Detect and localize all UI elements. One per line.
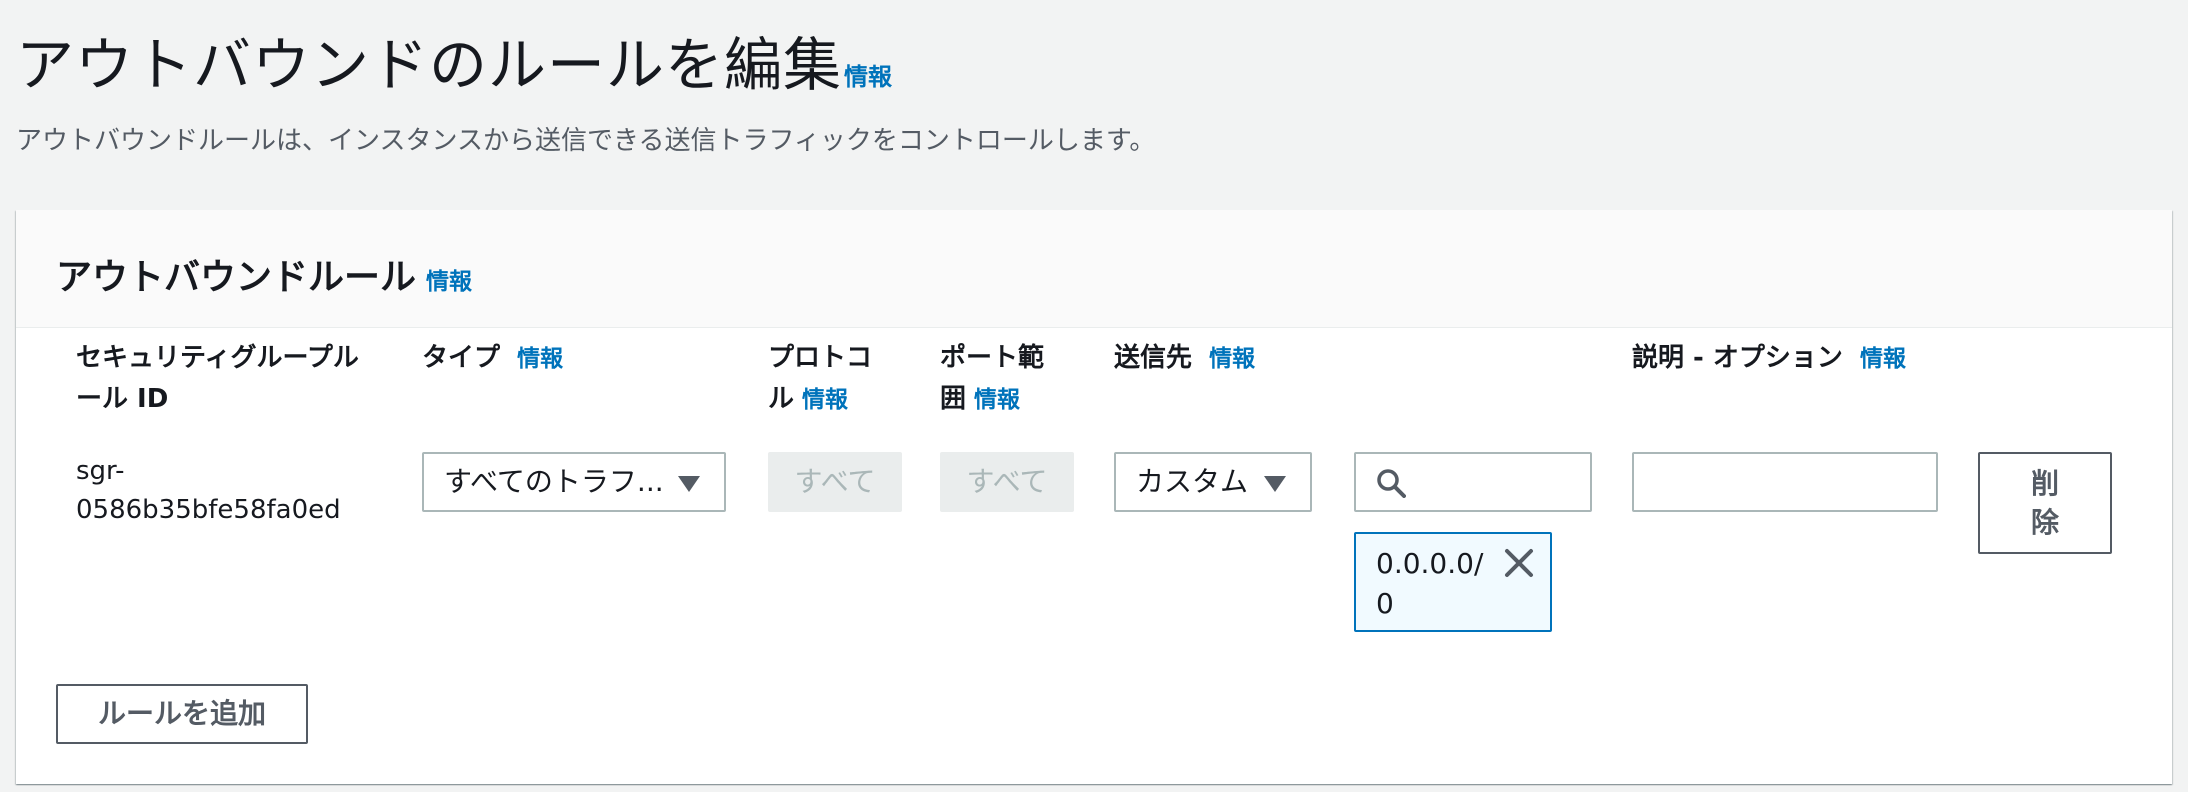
column-header-type: タイプ 情報 — [422, 338, 563, 380]
column-header-protocol-line2: ル — [768, 384, 795, 414]
column-header-rule-id-line1: セキュリティグループル — [76, 343, 359, 373]
column-header-description-label: 説明 - オプション — [1632, 343, 1843, 373]
page-title-text: アウトバウンドのルールを編集 — [16, 31, 843, 99]
protocol-field: すべて — [768, 452, 902, 512]
column-header-rule-id: セキュリティグループル ール ID — [76, 338, 406, 420]
caret-down-icon — [678, 476, 700, 492]
add-rule-button[interactable]: ルールを追加 — [56, 684, 308, 744]
rule-id-line2: 0586b35bfe58fa0ed — [76, 495, 341, 525]
search-icon — [1377, 469, 1406, 498]
destination-type-value: カスタム — [1136, 465, 1249, 498]
panel-title-info-link[interactable]: 情報 — [426, 269, 472, 295]
delete-rule-button[interactable]: 削 除 — [1978, 452, 2112, 554]
cidr-token-text: 0.0.0.0/ 0 — [1376, 544, 1496, 624]
destination-info-link[interactable]: 情報 — [1209, 346, 1255, 372]
column-header-protocol-line1: プロトコ — [768, 343, 873, 373]
caret-down-icon — [1264, 476, 1286, 492]
page-title: アウトバウンドのルールを編集情報 — [16, 18, 892, 102]
description-info-link[interactable]: 情報 — [1860, 346, 1906, 372]
outbound-rules-panel: アウトバウンドルール 情報 セキュリティグループル ール ID タイプ 情報 プロ… — [16, 210, 2172, 784]
description-input[interactable] — [1632, 452, 1938, 512]
column-header-port-range: ポート範 囲情報 — [940, 338, 1044, 421]
column-header-protocol: プロトコ ル情報 — [768, 338, 872, 421]
type-info-link[interactable]: 情報 — [517, 346, 563, 372]
delete-rule-button-line2: 除 — [2030, 506, 2059, 539]
delete-rule-button-line1: 削 — [2030, 467, 2059, 500]
page-description: アウトバウンドルールは、インスタンスから送信できる送信トラフィックをコントロール… — [16, 126, 1156, 156]
port-range-info-link[interactable]: 情報 — [974, 387, 1020, 413]
panel-header: アウトバウンドルール 情報 — [16, 210, 2172, 328]
destination-search-input[interactable] — [1354, 452, 1592, 512]
page-title-info-link[interactable]: 情報 — [844, 63, 892, 91]
rule-id-line1: sgr- — [76, 456, 125, 486]
column-header-type-label: タイプ — [422, 343, 501, 373]
page: アウトバウンドのルールを編集情報 アウトバウンドルールは、インスタンスから送信で… — [0, 0, 2188, 792]
cidr-token-line1: 0.0.0.0/ — [1376, 547, 1484, 580]
column-header-port-range-line1: ポート範 — [940, 343, 1045, 373]
column-header-port-range-line2: 囲 — [940, 384, 967, 414]
panel-title: アウトバウンドルール 情報 — [56, 248, 472, 300]
panel-title-text: アウトバウンドルール — [56, 257, 417, 298]
cidr-token: 0.0.0.0/ 0 — [1354, 532, 1552, 632]
rule-id: sgr- 0586b35bfe58fa0ed — [76, 452, 341, 530]
type-select-value: すべてのトラフ... — [444, 465, 664, 498]
protocol-info-link[interactable]: 情報 — [802, 387, 848, 413]
column-header-destination-label: 送信先 — [1114, 343, 1193, 373]
cidr-token-line2: 0 — [1376, 587, 1394, 620]
column-header-description: 説明 - オプション 情報 — [1632, 338, 1906, 380]
destination-type-select[interactable]: カスタム — [1114, 452, 1312, 512]
close-icon[interactable] — [1502, 546, 1536, 580]
port-range-field: すべて — [940, 452, 1074, 512]
column-header-destination: 送信先 情報 — [1114, 338, 1255, 380]
column-header-rule-id-line2: ール ID — [76, 384, 169, 414]
type-select[interactable]: すべてのトラフ... — [422, 452, 726, 512]
